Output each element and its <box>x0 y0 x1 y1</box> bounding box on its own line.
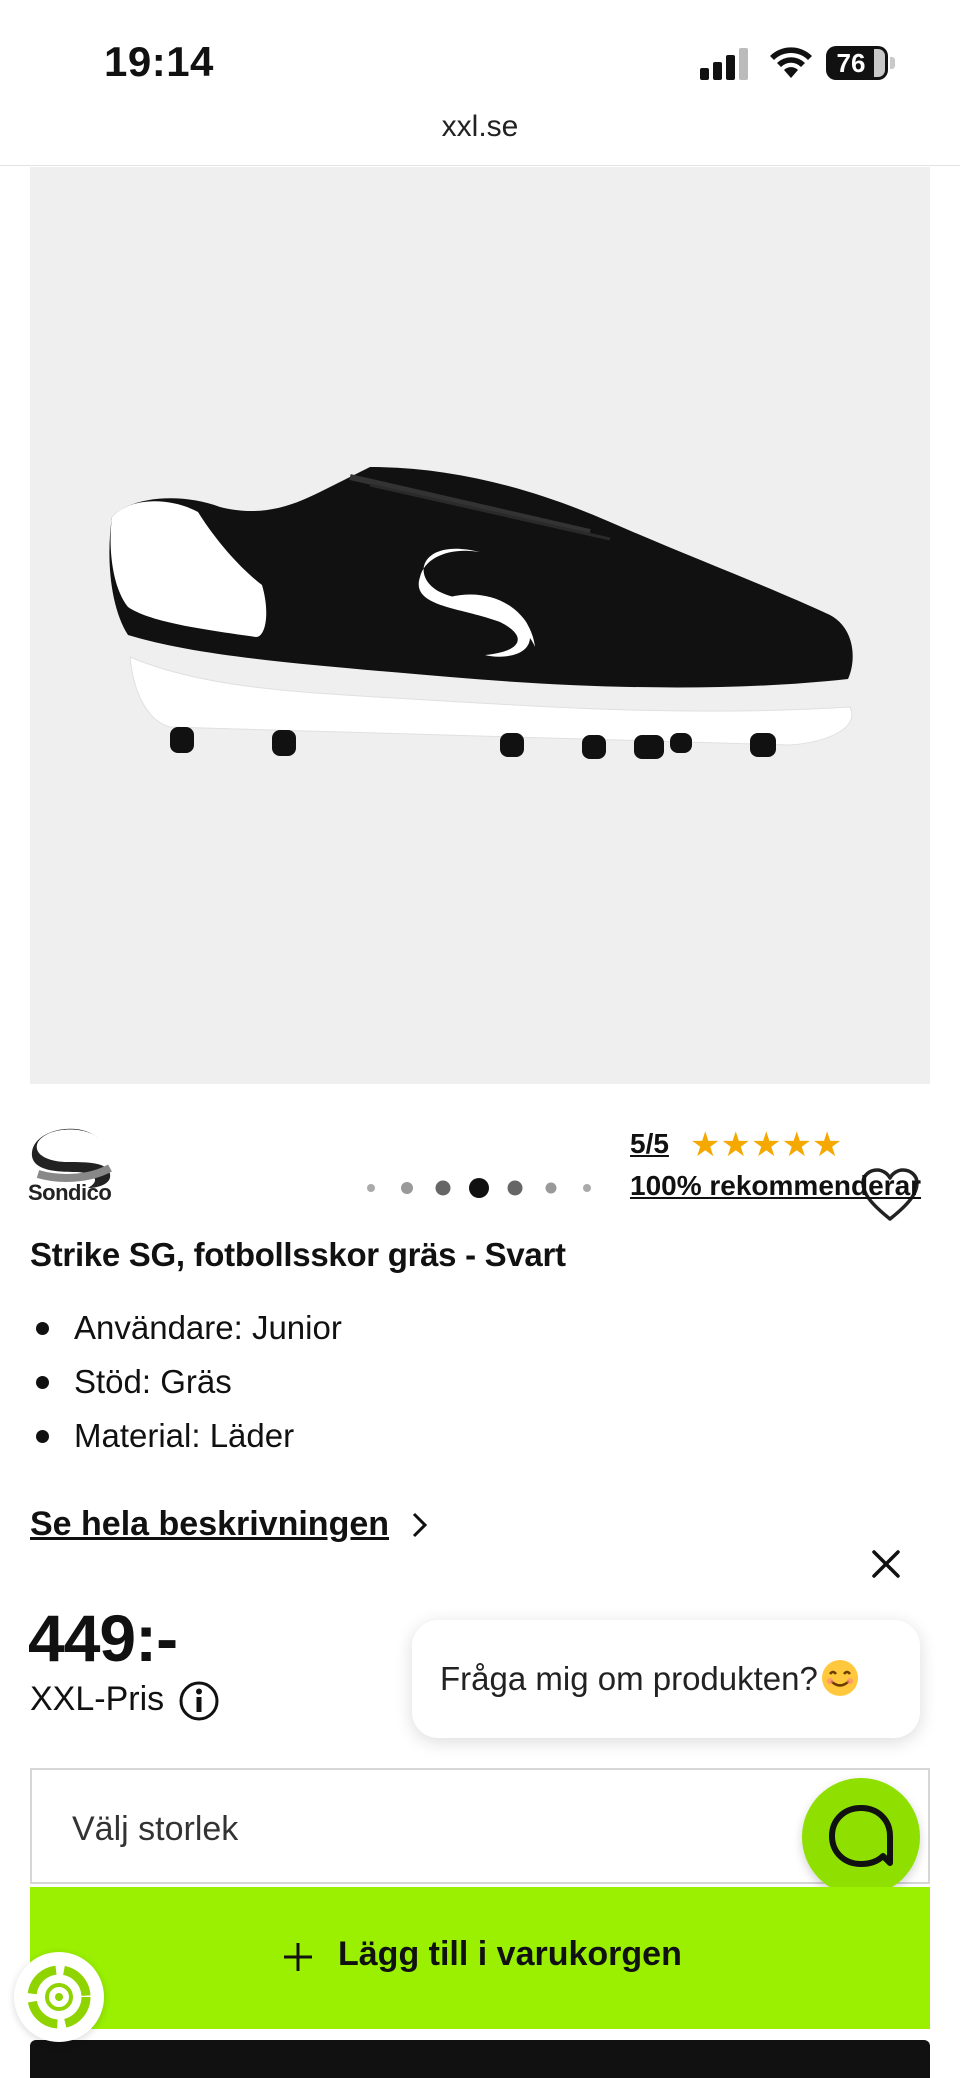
product-title: Strike SG, fotbollsskor gräs - Svart <box>30 1236 566 1273</box>
product-image <box>109 467 853 759</box>
chevron-right-icon[interactable] <box>410 1508 430 1542</box>
gallery-dot[interactable] <box>367 1184 375 1192</box>
price: 449:- <box>28 1601 178 1675</box>
gallery-dot[interactable] <box>401 1182 413 1194</box>
battery-level: 76 <box>836 48 866 78</box>
smiley-emoji <box>821 1660 858 1696</box>
size-select-placeholder: Välj storlek <box>72 1810 239 1848</box>
chat-button[interactable] <box>802 1778 920 1896</box>
url-text: xxl.se <box>441 110 519 143</box>
chat-prompt: Fråga mig om produkten? <box>440 1658 860 1698</box>
eco-badge[interactable] <box>14 1952 104 2042</box>
eco-icon <box>27 1965 91 2029</box>
price-label: XXL-Pris <box>30 1680 165 1718</box>
brand-name: Sondico <box>28 1180 112 1205</box>
feature-list: Användare: Junior Stöd: Gräs Material: L… <box>30 1306 342 1468</box>
add-to-cart-label: Lägg till i varukorgen <box>338 1935 682 1973</box>
gallery-dot[interactable] <box>507 1180 523 1196</box>
info-icon[interactable] <box>178 1680 220 1722</box>
gallery-dot[interactable] <box>435 1180 451 1196</box>
rating-summary[interactable]: 5/5 ★★★★★ <box>630 1126 930 1166</box>
battery-indicator: 76 <box>826 46 896 80</box>
wifi-icon <box>770 47 812 78</box>
recommend-link[interactable]: 100% rekommenderar <box>630 1170 921 1202</box>
signal-icon <box>700 48 752 80</box>
size-select[interactable]: Välj storlek <box>30 1768 930 1884</box>
feature-item: Stöd: Gräs <box>30 1360 342 1414</box>
rating-score[interactable]: 5/5 <box>630 1128 669 1160</box>
plus-icon <box>284 1943 312 1971</box>
feature-item: Material: Läder <box>30 1414 342 1468</box>
bottom-bar <box>30 2040 930 2078</box>
add-to-cart-button[interactable]: Lägg till i varukorgen <box>30 1887 930 2029</box>
chat-prompt-bubble[interactable]: Fråga mig om produkten? <box>412 1620 920 1738</box>
status-time: 19:14 <box>104 38 214 85</box>
gallery-dot[interactable] <box>545 1182 557 1194</box>
gallery-dot[interactable] <box>583 1184 591 1192</box>
url-bar[interactable]: xxl.se <box>0 110 960 166</box>
chat-prompt-text: Fråga mig om produkten? <box>440 1660 818 1697</box>
gallery-dot-active[interactable] <box>469 1178 489 1198</box>
star-rating-icon: ★★★★★ <box>690 1126 843 1164</box>
feature-item: Användare: Junior <box>30 1306 342 1360</box>
see-description-link[interactable]: Se hela beskrivningen <box>30 1505 389 1544</box>
gallery-pagination[interactable] <box>360 1177 660 1199</box>
status-bar: 19:14 76 <box>0 0 960 110</box>
chat-icon <box>829 1805 893 1867</box>
product-image-gallery[interactable] <box>30 167 930 1221</box>
close-icon[interactable] <box>868 1546 904 1582</box>
